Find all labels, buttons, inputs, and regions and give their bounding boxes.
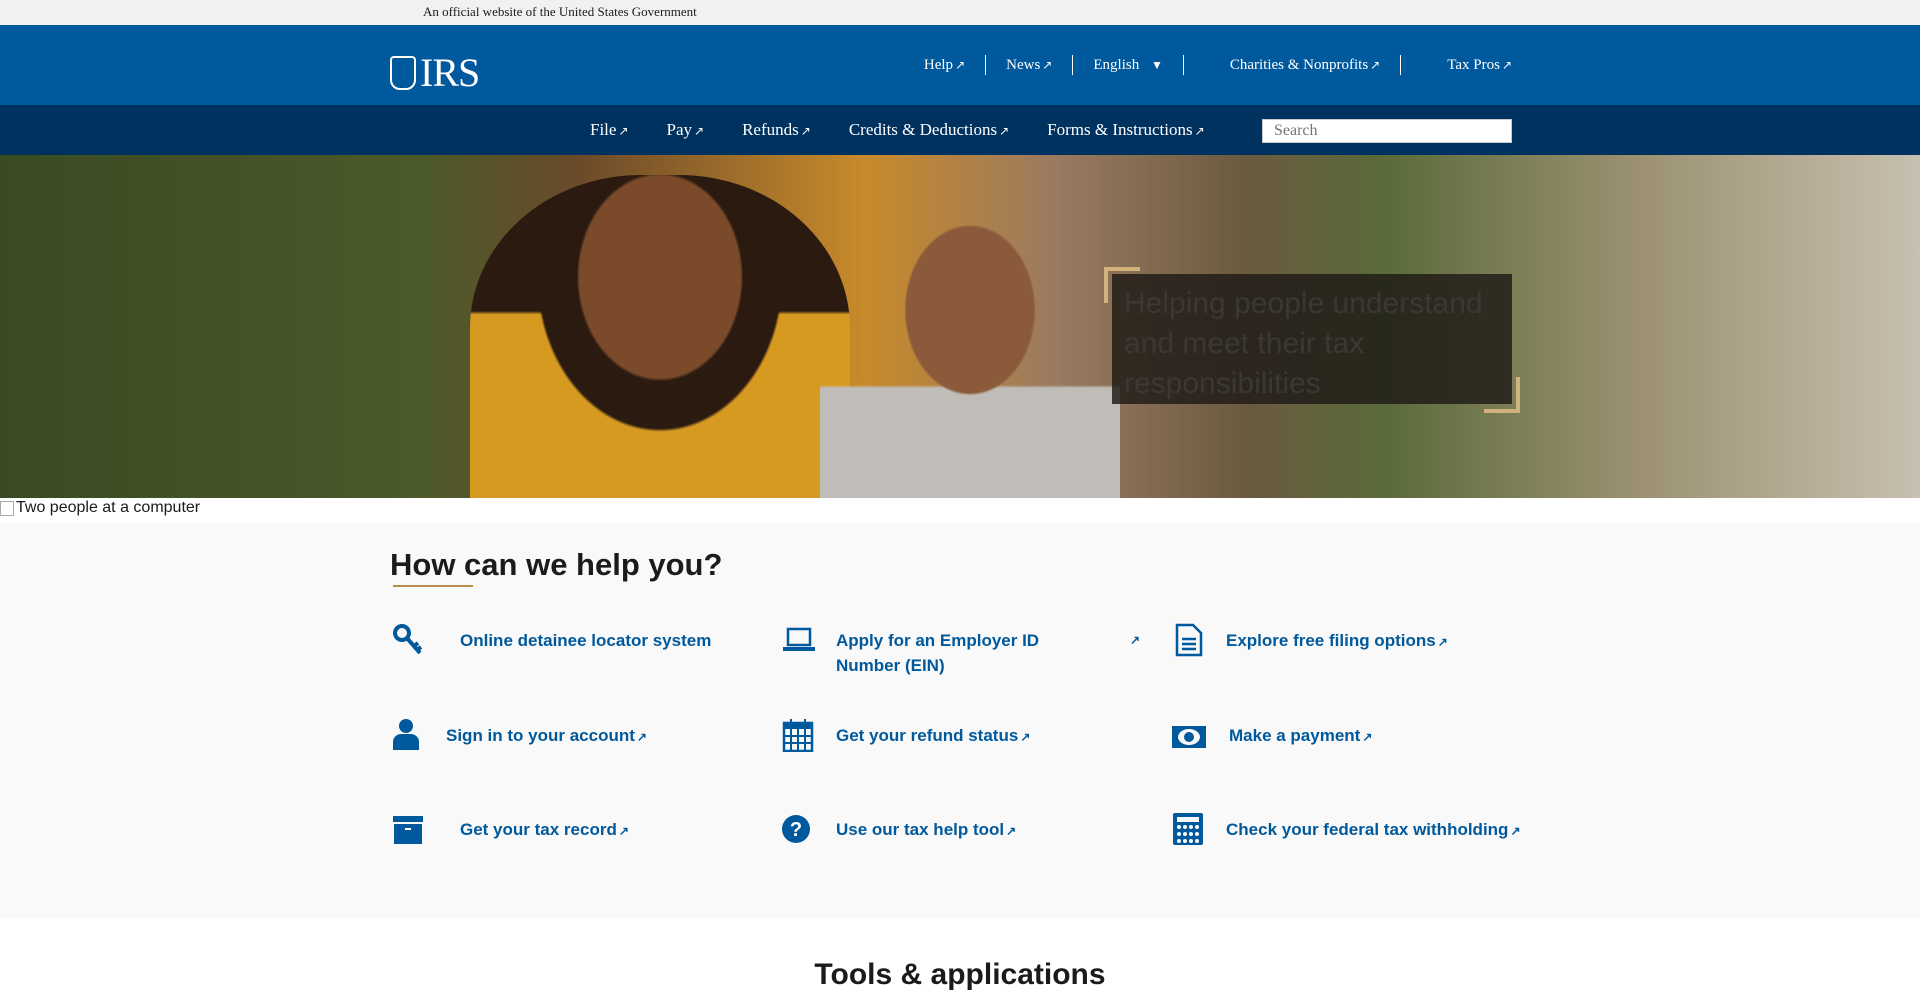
external-link-icon: ↗ [618, 824, 629, 838]
external-link-icon: ↗ [1501, 58, 1512, 72]
external-link-icon: ↗ [694, 124, 705, 138]
external-link-icon: ↗ [1020, 730, 1031, 744]
corner-decoration [1484, 377, 1520, 413]
external-link-icon: ↗ [955, 58, 966, 72]
hero-person-left [470, 175, 850, 498]
hero-banner: Helping people understand and meet their… [0, 155, 1920, 498]
external-link-icon: ↗ [1437, 635, 1448, 649]
irs-logo[interactable]: IRS [390, 49, 480, 96]
charities-link[interactable]: Charities & Nonprofits ↗ [1184, 55, 1402, 75]
tile-detainee-locator[interactable]: Online detainee locator system [392, 624, 711, 657]
external-link-icon: ↗ [1194, 124, 1205, 138]
question-circle-icon: ? [782, 815, 810, 843]
hero-person-right [820, 205, 1120, 498]
title-underline [393, 585, 473, 587]
tile-free-filing[interactable]: Explore free filing options ↗ [1172, 623, 1448, 657]
utility-nav: Help ↗ News ↗ English ▼ Charities & Nonpro… [904, 25, 1512, 105]
help-section: How can we help you? Online detainee loc… [0, 523, 1920, 918]
calendar-icon [782, 719, 814, 752]
tile-sign-in[interactable]: Sign in to your account ↗ [392, 719, 647, 752]
external-link-icon: ↗ [1510, 824, 1521, 838]
nav-credits-deductions[interactable]: Credits & Deductions ↗ [849, 120, 1009, 140]
external-link-icon: ↗ [1006, 824, 1017, 838]
external-link-icon: ↗ [1042, 58, 1053, 72]
nav-file[interactable]: File ↗ [590, 120, 629, 140]
chevron-down-icon: ▼ [1150, 58, 1163, 72]
tile-tax-help-tool[interactable]: ? Use our tax help tool ↗ [782, 815, 1017, 846]
main-nav: File ↗ Pay ↗ Refunds ↗ Credits & Deductions… [0, 105, 1920, 155]
hero-image-alt: Two people at a computer [0, 498, 1920, 523]
external-link-icon: ↗ [800, 124, 811, 138]
external-link-icon: ↗ [999, 124, 1010, 138]
tile-make-payment[interactable]: Make a payment ↗ [1172, 723, 1372, 752]
external-link-icon: ↗ [1370, 58, 1381, 72]
tools-section-title: Tools & applications [814, 958, 1106, 991]
nav-refunds[interactable]: Refunds ↗ [742, 120, 811, 140]
tile-apply-ein[interactable]: Apply for an Employer ID Number (EIN) ↗ [782, 627, 1140, 678]
gov-banner: An official website of the United States… [0, 0, 1920, 25]
archive-box-icon [393, 816, 423, 844]
news-link[interactable]: News ↗ [986, 55, 1074, 75]
nav-pay[interactable]: Pay ↗ [667, 120, 705, 140]
external-link-icon: ↗ [1362, 730, 1373, 744]
eagle-icon [390, 55, 416, 90]
calculator-icon [1173, 813, 1203, 845]
header: IRS Help ↗ News ↗ English ▼ Charities & No… [0, 25, 1920, 105]
document-icon [1175, 623, 1203, 657]
external-link-icon: ↗ [1129, 633, 1140, 647]
tile-refund-status[interactable]: Get your refund status ↗ [782, 719, 1031, 752]
user-icon [393, 719, 419, 750]
external-link-icon: ↗ [636, 730, 647, 744]
language-select[interactable]: English ▼ [1073, 55, 1184, 75]
nav-forms-instructions[interactable]: Forms & Instructions ↗ [1047, 120, 1205, 140]
hero-text: Helping people understand and meet their… [1112, 274, 1512, 404]
search-input[interactable] [1262, 119, 1512, 143]
section-title: How can we help you? [390, 547, 723, 582]
tile-tax-withholding[interactable]: Check your federal tax withholding ↗ [1172, 813, 1521, 846]
tax-pros-link[interactable]: Tax Pros ↗ [1401, 55, 1512, 75]
external-link-icon: ↗ [618, 124, 629, 138]
svg-text:?: ? [790, 819, 802, 841]
key-icon [393, 624, 423, 655]
money-icon [1172, 726, 1206, 748]
tile-tax-record[interactable]: Get your tax record ↗ [392, 816, 629, 846]
laptop-icon [783, 627, 815, 651]
help-link[interactable]: Help ↗ [904, 55, 987, 75]
